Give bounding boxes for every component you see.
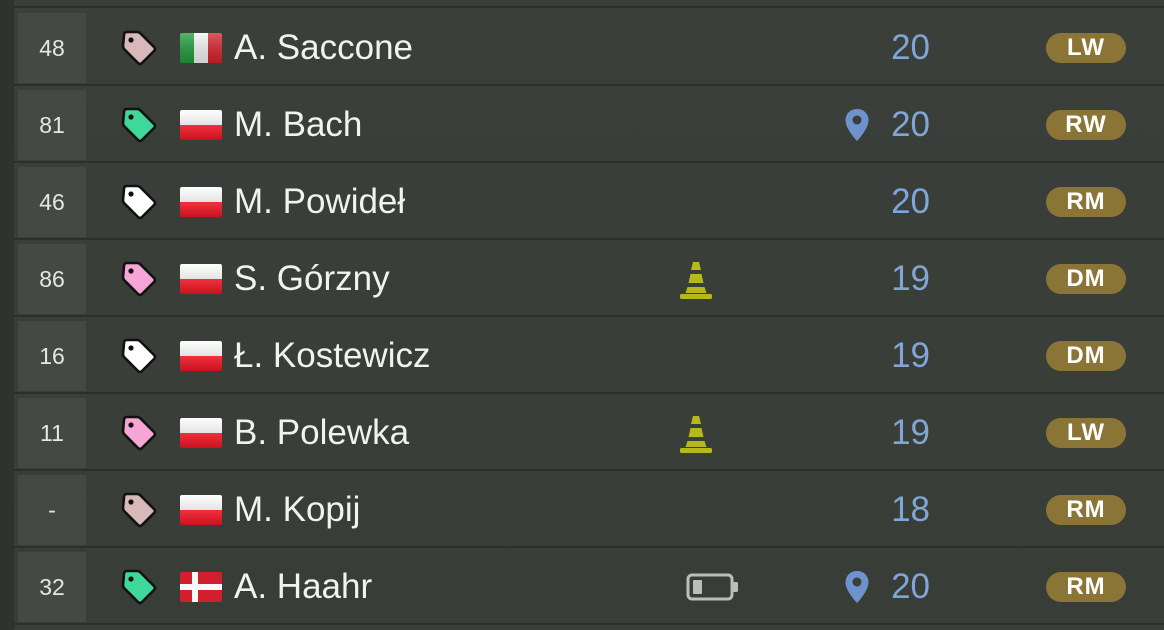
tag-icon[interactable] xyxy=(120,414,158,452)
position-badge: LW xyxy=(1046,33,1126,63)
player-row[interactable]: 48 A. Saccone 20 LW xyxy=(14,9,1164,86)
tag-icon[interactable] xyxy=(120,491,158,529)
poland-flag-icon xyxy=(180,418,222,448)
position-badge: LW xyxy=(1046,418,1126,448)
cone-icon xyxy=(678,414,714,454)
position-badge: DM xyxy=(1046,341,1126,371)
squad-number: - xyxy=(18,475,86,545)
italy-flag-icon xyxy=(180,33,222,63)
location-pin-icon xyxy=(844,108,870,142)
player-row[interactable]: 46 M. Powideł 20 RM xyxy=(14,163,1164,240)
poland-flag-icon xyxy=(180,341,222,371)
squad-table: 48 A. Saccone 20 LW 81 M. Bach 20 RW 46 M. Powide… xyxy=(0,0,1164,630)
position-badge: RM xyxy=(1046,495,1126,525)
previous-row-edge xyxy=(14,0,1164,8)
player-row[interactable]: 11 B. Polewka 19 LW xyxy=(14,394,1164,471)
player-name[interactable]: B. Polewka xyxy=(234,412,409,454)
player-row[interactable]: 32 A. Haahr 20 RM xyxy=(14,548,1164,625)
poland-flag-icon xyxy=(180,495,222,525)
player-age: 19 xyxy=(891,413,930,452)
tag-icon[interactable] xyxy=(120,337,158,375)
player-name[interactable]: S. Górzny xyxy=(234,258,390,300)
squad-number: 32 xyxy=(18,552,86,622)
position-badge: RW xyxy=(1046,110,1126,140)
player-age: 20 xyxy=(891,182,930,221)
player-age: 19 xyxy=(891,259,930,298)
player-age: 19 xyxy=(891,336,930,375)
table-left-edge xyxy=(0,0,14,630)
tag-icon[interactable] xyxy=(120,568,158,606)
player-age: 20 xyxy=(891,105,930,144)
location-pin-icon xyxy=(844,570,870,604)
squad-number: 48 xyxy=(18,13,86,83)
tag-icon[interactable] xyxy=(120,29,158,67)
squad-number: 86 xyxy=(18,244,86,314)
player-row[interactable]: - M. Kopij 18 RM xyxy=(14,471,1164,548)
player-name[interactable]: M. Kopij xyxy=(234,489,360,531)
squad-number: 11 xyxy=(18,398,86,468)
tag-icon[interactable] xyxy=(120,183,158,221)
squad-number: 16 xyxy=(18,321,86,391)
tag-icon[interactable] xyxy=(120,260,158,298)
cone-icon xyxy=(678,260,714,300)
squad-number: 46 xyxy=(18,167,86,237)
tag-icon[interactable] xyxy=(120,106,158,144)
player-name[interactable]: M. Bach xyxy=(234,104,362,146)
position-badge: RM xyxy=(1046,572,1126,602)
player-row[interactable]: 81 M. Bach 20 RW xyxy=(14,86,1164,163)
poland-flag-icon xyxy=(180,187,222,217)
player-name[interactable]: A. Haahr xyxy=(234,566,372,608)
squad-number: 81 xyxy=(18,90,86,160)
player-row[interactable]: 16 Ł. Kostewicz 19 DM xyxy=(14,317,1164,394)
player-age: 20 xyxy=(891,28,930,67)
battery-icon xyxy=(686,572,740,602)
player-age: 18 xyxy=(891,490,930,529)
position-badge: DM xyxy=(1046,264,1126,294)
player-name[interactable]: A. Saccone xyxy=(234,27,413,69)
poland-flag-icon xyxy=(180,110,222,140)
position-badge: RM xyxy=(1046,187,1126,217)
denmark-flag-icon xyxy=(180,572,222,602)
player-name[interactable]: Ł. Kostewicz xyxy=(234,335,430,377)
player-row[interactable]: 86 S. Górzny 19 DM xyxy=(14,240,1164,317)
player-name[interactable]: M. Powideł xyxy=(234,181,405,223)
poland-flag-icon xyxy=(180,264,222,294)
player-age: 20 xyxy=(891,567,930,606)
